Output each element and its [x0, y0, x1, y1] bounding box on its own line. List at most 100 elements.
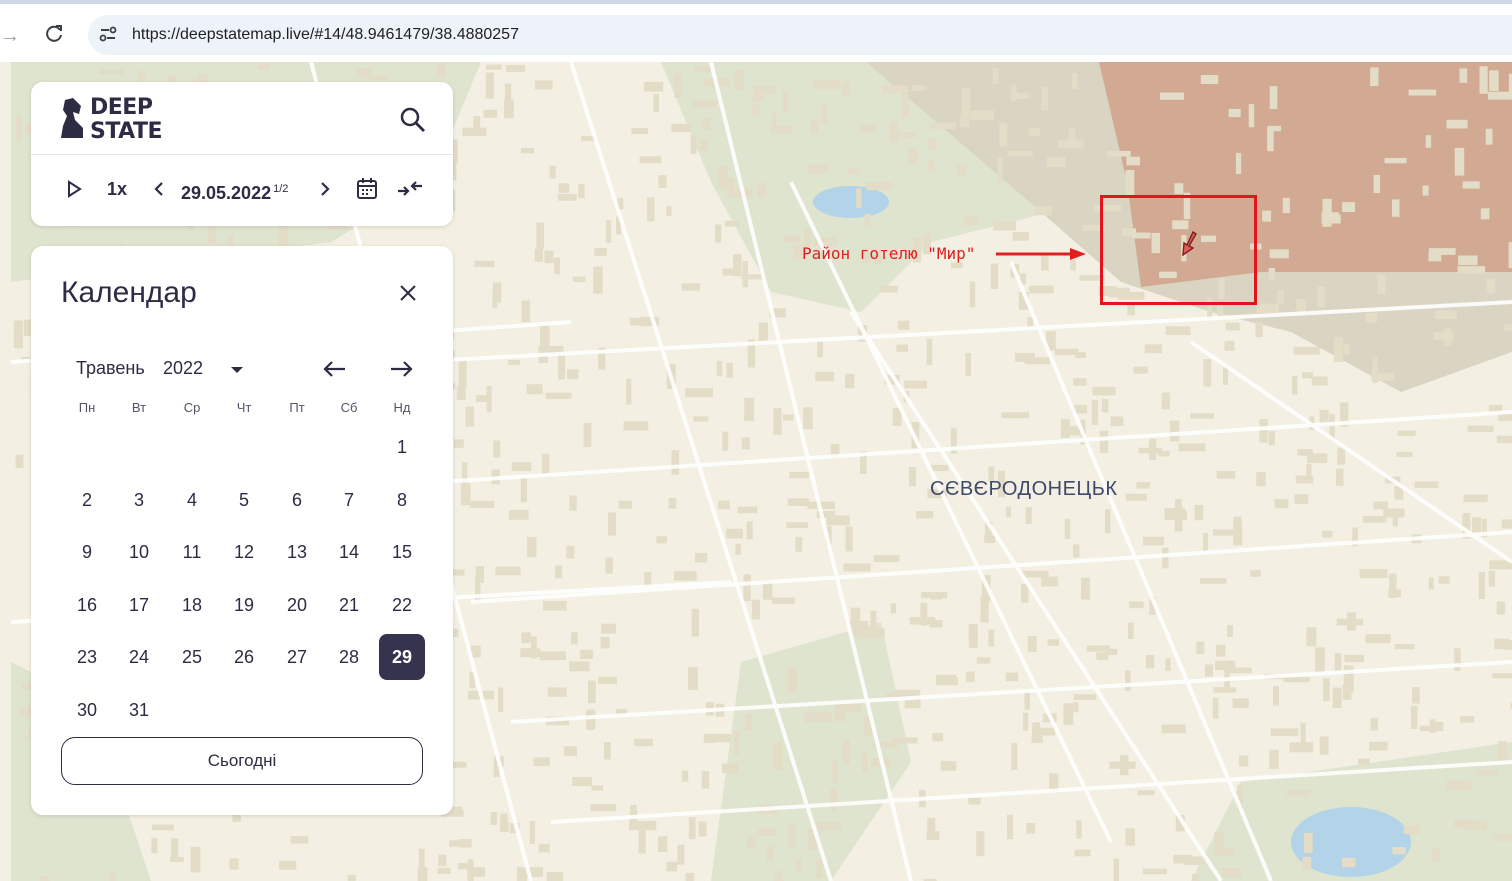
today-button[interactable]: Сьогодні — [61, 737, 423, 785]
day-cell[interactable]: 27 — [274, 634, 320, 680]
map-building — [1332, 687, 1342, 709]
day-cell-selected[interactable]: 29 — [379, 634, 425, 680]
map-building — [1145, 655, 1155, 669]
search-icon[interactable] — [397, 104, 429, 136]
map-building — [1136, 482, 1151, 489]
map-building — [757, 183, 767, 196]
year-select[interactable]: 2022 — [163, 358, 203, 379]
weekday-wed: Ср — [183, 400, 201, 415]
map-building — [1007, 814, 1014, 840]
map-building — [1396, 451, 1413, 458]
map-building — [1092, 386, 1116, 396]
prev-date-button[interactable] — [151, 174, 167, 204]
day-cell[interactable]: 7 — [326, 477, 372, 523]
day-cell[interactable]: 25 — [169, 634, 215, 680]
arrow-right-icon[interactable] — [387, 356, 415, 382]
day-cell[interactable]: 10 — [116, 529, 162, 575]
map-building — [1256, 472, 1266, 487]
forward-icon[interactable]: → — [0, 24, 20, 48]
day-cell[interactable]: 15 — [379, 529, 425, 575]
next-date-button[interactable] — [317, 174, 333, 204]
map-building — [1478, 571, 1485, 599]
map-building — [279, 861, 297, 870]
compare-button[interactable] — [395, 174, 425, 204]
map-building — [1183, 856, 1205, 865]
map-building — [847, 168, 860, 174]
day-cell[interactable]: 20 — [274, 582, 320, 628]
day-cell[interactable]: 26 — [221, 634, 267, 680]
map-building — [1267, 125, 1281, 132]
day-cell[interactable]: 30 — [64, 687, 110, 733]
map-building — [626, 378, 632, 405]
map-building — [506, 65, 526, 72]
map-building — [727, 178, 735, 192]
day-cell[interactable]: 8 — [379, 477, 425, 523]
map-building — [718, 500, 730, 510]
day-cell[interactable]: 21 — [326, 582, 372, 628]
map-building — [970, 110, 994, 120]
day-cell[interactable]: 3 — [116, 477, 162, 523]
day-cell[interactable]: 28 — [326, 634, 372, 680]
day-cell[interactable]: 9 — [64, 529, 110, 575]
map-building — [990, 263, 999, 289]
map-building — [549, 165, 556, 179]
map-building — [789, 471, 809, 479]
map-building — [701, 771, 710, 789]
reload-icon[interactable] — [42, 22, 66, 46]
caret-down-icon[interactable] — [227, 360, 247, 380]
day-cell[interactable]: 13 — [274, 529, 320, 575]
map-building — [700, 139, 708, 152]
map-building — [540, 324, 550, 346]
arrow-left-icon[interactable] — [321, 356, 349, 382]
map-building — [795, 537, 803, 552]
day-cell[interactable]: 31 — [116, 687, 162, 733]
speed-button[interactable]: 1x — [107, 174, 131, 204]
day-cell[interactable]: 18 — [169, 582, 215, 628]
day-cell[interactable]: 17 — [116, 582, 162, 628]
month-select[interactable]: Травень — [76, 358, 145, 379]
map-building — [843, 563, 871, 572]
map-building — [555, 565, 562, 579]
map-building — [1422, 185, 1429, 196]
day-cell[interactable]: 14 — [326, 529, 372, 575]
map-building — [1204, 664, 1213, 677]
day-cell[interactable]: 16 — [64, 582, 110, 628]
map-building — [1446, 780, 1472, 791]
map-building — [787, 825, 796, 848]
map-building — [1283, 677, 1310, 683]
attack-direction-icon[interactable] — [1177, 230, 1203, 258]
deepstate-logo[interactable]: DEEP STATE — [59, 94, 169, 144]
map-building — [1463, 494, 1488, 503]
map-building — [804, 715, 816, 723]
map-building — [1269, 86, 1278, 109]
map-building — [1373, 501, 1389, 510]
day-cell[interactable]: 1 — [379, 424, 425, 470]
map-building — [960, 113, 970, 128]
map-building — [1248, 104, 1255, 128]
map-building — [961, 87, 971, 115]
calendar-button[interactable] — [355, 174, 379, 204]
day-cell[interactable]: 4 — [169, 477, 215, 523]
map-building — [453, 439, 464, 448]
map-building — [1428, 248, 1456, 255]
day-cell[interactable]: 5 — [221, 477, 267, 523]
day-cell[interactable]: 24 — [116, 634, 162, 680]
map-building — [1494, 638, 1509, 649]
map-building — [557, 193, 577, 201]
close-icon[interactable] — [397, 282, 419, 304]
site-info-icon[interactable] — [96, 22, 120, 46]
day-cell[interactable]: 22 — [379, 582, 425, 628]
day-cell[interactable]: 12 — [221, 529, 267, 575]
map-building — [1403, 824, 1420, 835]
map-building — [1333, 337, 1344, 362]
map-building — [737, 506, 758, 514]
day-cell[interactable]: 23 — [64, 634, 110, 680]
day-cell[interactable]: 11 — [169, 529, 215, 575]
map-building — [752, 94, 764, 102]
compare-arrows-icon — [398, 181, 422, 196]
play-button[interactable] — [65, 174, 87, 204]
day-cell[interactable]: 6 — [274, 477, 320, 523]
day-cell[interactable]: 2 — [64, 477, 110, 523]
map-building — [459, 839, 472, 848]
day-cell[interactable]: 19 — [221, 582, 267, 628]
